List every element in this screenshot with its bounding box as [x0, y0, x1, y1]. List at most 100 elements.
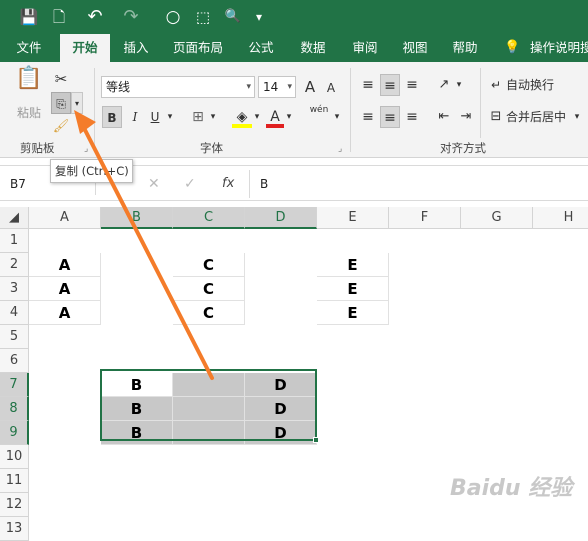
cell-B9[interactable]: B	[101, 421, 173, 445]
phonetic-guide-icon[interactable]: wén	[306, 104, 332, 126]
column-header[interactable]: A	[29, 207, 101, 229]
tab-file[interactable]: 文件	[6, 34, 52, 62]
cell-C9[interactable]	[173, 421, 245, 445]
shrink-font-icon[interactable]: A	[322, 77, 340, 99]
chevron-down-icon[interactable]: ▾	[572, 106, 582, 128]
align-top-icon[interactable]: ≡	[358, 74, 378, 96]
row-header[interactable]: 13	[0, 517, 29, 541]
row-header[interactable]: 5	[0, 325, 29, 349]
grow-font-icon[interactable]: A	[300, 76, 320, 98]
cell-E2[interactable]: E	[317, 253, 389, 277]
cell-D7[interactable]: D	[245, 373, 317, 397]
undo-icon[interactable]: ↶	[84, 7, 106, 27]
customize-qat-icon[interactable]: ▾	[252, 7, 266, 27]
column-header[interactable]: B	[101, 207, 173, 229]
chevron-down-icon[interactable]: ▾	[208, 106, 218, 128]
row-header[interactable]: 10	[0, 445, 29, 469]
column-header[interactable]: C	[173, 207, 245, 229]
align-right-icon[interactable]: ≡	[402, 106, 422, 128]
row-header[interactable]: 12	[0, 493, 29, 517]
cell-C4[interactable]: C	[173, 301, 245, 325]
tab-data[interactable]: 数据	[290, 34, 336, 62]
column-header[interactable]: H	[533, 207, 588, 229]
cell-C3[interactable]: C	[173, 277, 245, 301]
column-header[interactable]: F	[389, 207, 461, 229]
font-launcher-icon[interactable]: ⌟	[338, 144, 342, 154]
chevron-down-icon[interactable]: ▾	[332, 106, 342, 128]
cell-E4[interactable]: E	[317, 301, 389, 325]
paste-icon[interactable]: 📋	[14, 68, 44, 98]
chevron-down-icon[interactable]: ▾	[284, 106, 294, 128]
row-header[interactable]: 2	[0, 253, 29, 277]
cell-D9[interactable]: D	[245, 421, 317, 445]
italic-button[interactable]: I	[126, 106, 144, 128]
redo-icon[interactable]: ↷	[120, 7, 142, 27]
underline-button[interactable]: U	[146, 106, 164, 128]
cancel-icon[interactable]: ✕	[148, 173, 160, 195]
font-size-dropdown[interactable]: 14 ▾	[258, 76, 296, 98]
merge-center-icon[interactable]: ⊟	[488, 106, 504, 128]
cell-B7[interactable]: B	[101, 373, 173, 397]
cell-D8[interactable]: D	[245, 397, 317, 421]
decrease-indent-icon[interactable]: ⇤	[434, 106, 454, 128]
tab-help[interactable]: 帮助	[442, 34, 488, 62]
chevron-down-icon[interactable]: ▾	[454, 74, 464, 96]
insert-function-icon[interactable]: fx	[222, 173, 234, 195]
font-color-icon[interactable]: A	[266, 106, 284, 128]
row-header[interactable]: 1	[0, 229, 29, 253]
row-header[interactable]: 11	[0, 469, 29, 493]
align-bottom-icon[interactable]: ≡	[402, 74, 422, 96]
copy-icon[interactable]: ⎘	[51, 92, 71, 114]
cut-icon[interactable]: ✂	[52, 68, 70, 90]
tab-formulas[interactable]: 公式	[238, 34, 284, 62]
bold-button[interactable]: B	[102, 106, 122, 128]
fill-handle[interactable]	[313, 437, 319, 443]
row-header[interactable]: 3	[0, 277, 29, 301]
wrap-text-icon[interactable]: ↵	[488, 74, 504, 96]
callout-shape-icon[interactable]: ⬚	[192, 7, 214, 27]
chevron-down-icon[interactable]: ▾	[164, 106, 176, 128]
increase-indent-icon[interactable]: ⇥	[456, 106, 476, 128]
align-center-icon[interactable]: ≡	[380, 106, 400, 128]
fill-color-icon[interactable]: ◈	[232, 106, 252, 128]
format-painter-icon[interactable]: 🖌	[52, 116, 70, 138]
column-header[interactable]: D	[245, 207, 317, 229]
save-icon[interactable]: 💾	[18, 7, 40, 27]
wrap-text-button[interactable]: 自动换行	[506, 74, 570, 96]
cell-E3[interactable]: E	[317, 277, 389, 301]
font-name-dropdown[interactable]: 等线 ▾	[101, 76, 255, 98]
row-header[interactable]: 8	[0, 397, 29, 421]
tab-page-layout[interactable]: 页面布局	[166, 34, 230, 62]
cell-C7[interactable]	[173, 373, 245, 397]
copy-dropdown-icon[interactable]: ▾	[71, 92, 83, 114]
borders-icon[interactable]: ⊞	[188, 106, 208, 128]
print-preview-icon[interactable]: 🔍	[222, 7, 244, 27]
tell-me-search[interactable]: 操作说明搜	[530, 34, 588, 62]
cell-A2[interactable]: A	[29, 253, 101, 277]
row-header[interactable]: 4	[0, 301, 29, 325]
paste-label[interactable]: 粘贴	[12, 102, 46, 124]
tab-view[interactable]: 视图	[392, 34, 438, 62]
cell-C8[interactable]	[173, 397, 245, 421]
align-middle-icon[interactable]: ≡	[380, 74, 400, 96]
formula-input[interactable]: B	[260, 173, 268, 195]
merge-center-button[interactable]: 合并后居中	[506, 106, 572, 128]
select-all-corner[interactable]: ◢	[0, 207, 29, 229]
tab-home[interactable]: 开始	[60, 34, 110, 62]
clipboard-launcher-icon[interactable]: ⌟	[84, 144, 88, 154]
cell-A4[interactable]: A	[29, 301, 101, 325]
tab-review[interactable]: 审阅	[342, 34, 388, 62]
column-header[interactable]: E	[317, 207, 389, 229]
new-file-icon[interactable]: 🗋	[48, 7, 70, 27]
chevron-down-icon[interactable]: ▾	[252, 106, 262, 128]
orientation-icon[interactable]: ↗	[434, 74, 454, 96]
cell-B8[interactable]: B	[101, 397, 173, 421]
enter-icon[interactable]: ✓	[184, 173, 196, 195]
cell-A3[interactable]: A	[29, 277, 101, 301]
row-header[interactable]: 7	[0, 373, 29, 397]
circle-shape-icon[interactable]: ○	[162, 7, 184, 27]
align-left-icon[interactable]: ≡	[358, 106, 378, 128]
cell-C2[interactable]: C	[173, 253, 245, 277]
column-header[interactable]: G	[461, 207, 533, 229]
row-header[interactable]: 9	[0, 421, 29, 445]
